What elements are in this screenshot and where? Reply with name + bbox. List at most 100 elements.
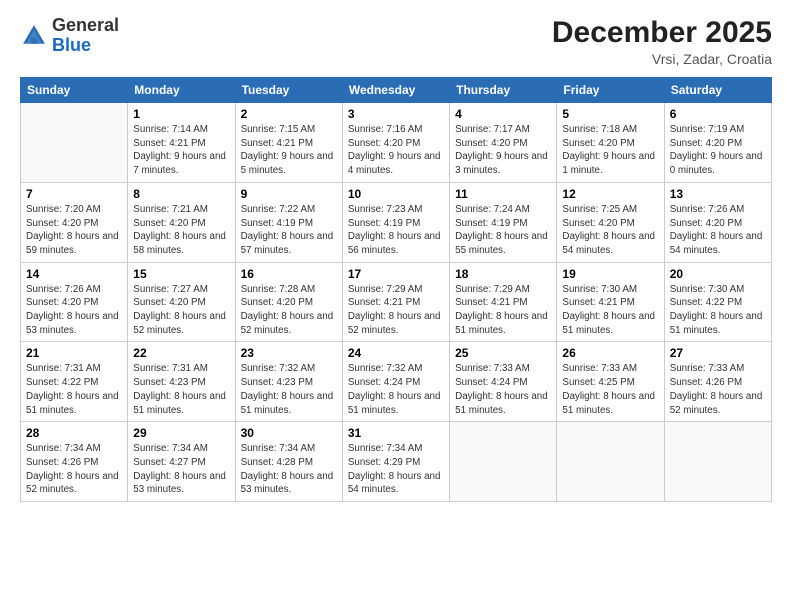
cell-day-number: 14 (26, 267, 122, 281)
cell-info: Sunrise: 7:15 AMSunset: 4:21 PMDaylight:… (241, 123, 337, 178)
cell-info: Sunrise: 7:25 AMSunset: 4:20 PMDaylight:… (562, 203, 658, 258)
calendar-cell-w4-d6: 26 Sunrise: 7:33 AMSunset: 4:25 PMDaylig… (557, 342, 664, 422)
cell-day-number: 25 (455, 346, 551, 360)
calendar-header-row: Sunday Monday Tuesday Wednesday Thursday… (21, 78, 772, 103)
calendar-cell-w1-d3: 2 Sunrise: 7:15 AMSunset: 4:21 PMDayligh… (235, 103, 342, 183)
cell-day-number: 19 (562, 267, 658, 281)
cell-day-number: 9 (241, 187, 337, 201)
calendar-cell-w4-d1: 21 Sunrise: 7:31 AMSunset: 4:22 PMDaylig… (21, 342, 128, 422)
cell-day-number: 17 (348, 267, 444, 281)
calendar-cell-w1-d5: 4 Sunrise: 7:17 AMSunset: 4:20 PMDayligh… (450, 103, 557, 183)
cell-info: Sunrise: 7:24 AMSunset: 4:19 PMDaylight:… (455, 203, 551, 258)
calendar-cell-w5-d1: 28 Sunrise: 7:34 AMSunset: 4:26 PMDaylig… (21, 422, 128, 502)
cell-info: Sunrise: 7:34 AMSunset: 4:29 PMDaylight:… (348, 442, 444, 497)
cell-info: Sunrise: 7:29 AMSunset: 4:21 PMDaylight:… (348, 283, 444, 338)
calendar-cell-w3-d4: 17 Sunrise: 7:29 AMSunset: 4:21 PMDaylig… (342, 262, 449, 342)
cell-day-number: 24 (348, 346, 444, 360)
calendar-cell-w4-d7: 27 Sunrise: 7:33 AMSunset: 4:26 PMDaylig… (664, 342, 771, 422)
calendar-table: Sunday Monday Tuesday Wednesday Thursday… (20, 77, 772, 502)
cell-info: Sunrise: 7:14 AMSunset: 4:21 PMDaylight:… (133, 123, 229, 178)
cell-day-number: 8 (133, 187, 229, 201)
calendar-week-4: 21 Sunrise: 7:31 AMSunset: 4:22 PMDaylig… (21, 342, 772, 422)
logo-general-text: General (52, 15, 119, 35)
calendar-cell-w1-d2: 1 Sunrise: 7:14 AMSunset: 4:21 PMDayligh… (128, 103, 235, 183)
cell-info: Sunrise: 7:21 AMSunset: 4:20 PMDaylight:… (133, 203, 229, 258)
calendar-cell-w2-d3: 9 Sunrise: 7:22 AMSunset: 4:19 PMDayligh… (235, 182, 342, 262)
cell-day-number: 21 (26, 346, 122, 360)
cell-info: Sunrise: 7:33 AMSunset: 4:25 PMDaylight:… (562, 362, 658, 417)
cell-day-number: 11 (455, 187, 551, 201)
calendar-cell-w5-d5 (450, 422, 557, 502)
cell-info: Sunrise: 7:19 AMSunset: 4:20 PMDaylight:… (670, 123, 766, 178)
cell-info: Sunrise: 7:33 AMSunset: 4:26 PMDaylight:… (670, 362, 766, 417)
calendar-cell-w3-d7: 20 Sunrise: 7:30 AMSunset: 4:22 PMDaylig… (664, 262, 771, 342)
cell-info: Sunrise: 7:34 AMSunset: 4:28 PMDaylight:… (241, 442, 337, 497)
cell-info: Sunrise: 7:27 AMSunset: 4:20 PMDaylight:… (133, 283, 229, 338)
cell-day-number: 5 (562, 107, 658, 121)
cell-info: Sunrise: 7:26 AMSunset: 4:20 PMDaylight:… (26, 283, 122, 338)
calendar-cell-w5-d4: 31 Sunrise: 7:34 AMSunset: 4:29 PMDaylig… (342, 422, 449, 502)
calendar-week-5: 28 Sunrise: 7:34 AMSunset: 4:26 PMDaylig… (21, 422, 772, 502)
month-title: December 2025 (552, 16, 772, 49)
header: General Blue December 2025 Vrsi, Zadar, … (20, 16, 772, 67)
cell-info: Sunrise: 7:30 AMSunset: 4:21 PMDaylight:… (562, 283, 658, 338)
cell-day-number: 13 (670, 187, 766, 201)
calendar-cell-w3-d5: 18 Sunrise: 7:29 AMSunset: 4:21 PMDaylig… (450, 262, 557, 342)
cell-info: Sunrise: 7:32 AMSunset: 4:24 PMDaylight:… (348, 362, 444, 417)
cell-day-number: 10 (348, 187, 444, 201)
col-wednesday: Wednesday (342, 78, 449, 103)
cell-day-number: 23 (241, 346, 337, 360)
calendar-cell-w5-d6 (557, 422, 664, 502)
col-tuesday: Tuesday (235, 78, 342, 103)
calendar-cell-w4-d2: 22 Sunrise: 7:31 AMSunset: 4:23 PMDaylig… (128, 342, 235, 422)
calendar-cell-w3-d2: 15 Sunrise: 7:27 AMSunset: 4:20 PMDaylig… (128, 262, 235, 342)
cell-info: Sunrise: 7:17 AMSunset: 4:20 PMDaylight:… (455, 123, 551, 178)
cell-day-number: 27 (670, 346, 766, 360)
title-block: December 2025 Vrsi, Zadar, Croatia (552, 16, 772, 67)
cell-day-number: 18 (455, 267, 551, 281)
cell-info: Sunrise: 7:31 AMSunset: 4:22 PMDaylight:… (26, 362, 122, 417)
cell-day-number: 12 (562, 187, 658, 201)
cell-info: Sunrise: 7:23 AMSunset: 4:19 PMDaylight:… (348, 203, 444, 258)
cell-day-number: 28 (26, 426, 122, 440)
cell-day-number: 22 (133, 346, 229, 360)
calendar-cell-w3-d1: 14 Sunrise: 7:26 AMSunset: 4:20 PMDaylig… (21, 262, 128, 342)
calendar-cell-w4-d5: 25 Sunrise: 7:33 AMSunset: 4:24 PMDaylig… (450, 342, 557, 422)
cell-info: Sunrise: 7:26 AMSunset: 4:20 PMDaylight:… (670, 203, 766, 258)
calendar-cell-w1-d4: 3 Sunrise: 7:16 AMSunset: 4:20 PMDayligh… (342, 103, 449, 183)
location: Vrsi, Zadar, Croatia (552, 51, 772, 67)
calendar-cell-w1-d6: 5 Sunrise: 7:18 AMSunset: 4:20 PMDayligh… (557, 103, 664, 183)
col-saturday: Saturday (664, 78, 771, 103)
calendar-cell-w4-d4: 24 Sunrise: 7:32 AMSunset: 4:24 PMDaylig… (342, 342, 449, 422)
cell-day-number: 7 (26, 187, 122, 201)
calendar-cell-w2-d4: 10 Sunrise: 7:23 AMSunset: 4:19 PMDaylig… (342, 182, 449, 262)
logo: General Blue (20, 16, 119, 56)
calendar-week-3: 14 Sunrise: 7:26 AMSunset: 4:20 PMDaylig… (21, 262, 772, 342)
cell-day-number: 3 (348, 107, 444, 121)
cell-day-number: 4 (455, 107, 551, 121)
calendar-cell-w3-d6: 19 Sunrise: 7:30 AMSunset: 4:21 PMDaylig… (557, 262, 664, 342)
cell-day-number: 31 (348, 426, 444, 440)
cell-info: Sunrise: 7:16 AMSunset: 4:20 PMDaylight:… (348, 123, 444, 178)
cell-day-number: 26 (562, 346, 658, 360)
calendar-cell-w1-d7: 6 Sunrise: 7:19 AMSunset: 4:20 PMDayligh… (664, 103, 771, 183)
cell-day-number: 29 (133, 426, 229, 440)
calendar-cell-w5-d3: 30 Sunrise: 7:34 AMSunset: 4:28 PMDaylig… (235, 422, 342, 502)
cell-info: Sunrise: 7:29 AMSunset: 4:21 PMDaylight:… (455, 283, 551, 338)
calendar-week-1: 1 Sunrise: 7:14 AMSunset: 4:21 PMDayligh… (21, 103, 772, 183)
cell-day-number: 20 (670, 267, 766, 281)
cell-info: Sunrise: 7:18 AMSunset: 4:20 PMDaylight:… (562, 123, 658, 178)
calendar-cell-w5-d7 (664, 422, 771, 502)
logo-blue-text: Blue (52, 35, 91, 55)
col-monday: Monday (128, 78, 235, 103)
col-sunday: Sunday (21, 78, 128, 103)
cell-info: Sunrise: 7:30 AMSunset: 4:22 PMDaylight:… (670, 283, 766, 338)
cell-info: Sunrise: 7:28 AMSunset: 4:20 PMDaylight:… (241, 283, 337, 338)
cell-day-number: 15 (133, 267, 229, 281)
cell-day-number: 6 (670, 107, 766, 121)
calendar-cell-w4-d3: 23 Sunrise: 7:32 AMSunset: 4:23 PMDaylig… (235, 342, 342, 422)
logo-icon (20, 22, 48, 50)
cell-info: Sunrise: 7:31 AMSunset: 4:23 PMDaylight:… (133, 362, 229, 417)
calendar-cell-w5-d2: 29 Sunrise: 7:34 AMSunset: 4:27 PMDaylig… (128, 422, 235, 502)
calendar-cell-w2-d6: 12 Sunrise: 7:25 AMSunset: 4:20 PMDaylig… (557, 182, 664, 262)
